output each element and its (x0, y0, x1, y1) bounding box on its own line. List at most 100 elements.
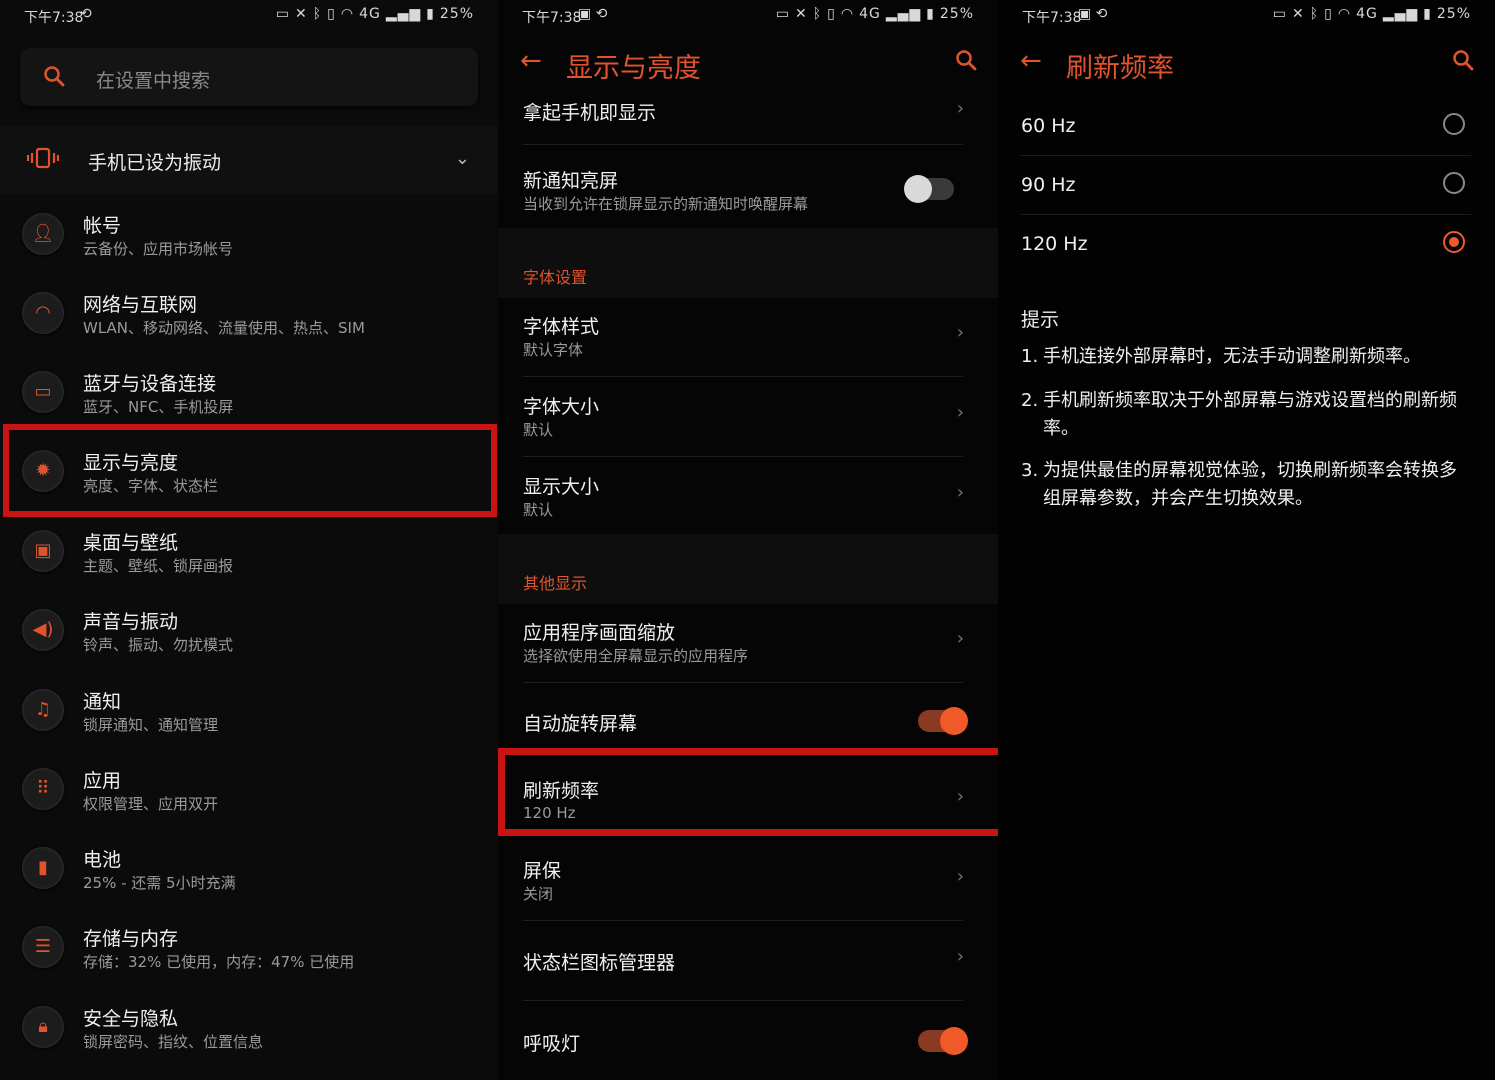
breathing-light-row[interactable]: 呼吸灯 (498, 1002, 998, 1080)
font-style-row[interactable]: 字体样式 默认字体 › (498, 298, 998, 376)
lift-to-wake-row[interactable]: 拿起手机即显示 › (498, 92, 998, 142)
tips-title: 提示 (1021, 309, 1060, 331)
divider (523, 1000, 963, 1001)
settings-item-wallpaper[interactable]: ▣ 桌面与壁纸 主题、壁纸、锁屏画报 (0, 512, 498, 591)
radio-button-selected[interactable] (1443, 231, 1465, 253)
wifi-icon: ◠ (840, 6, 855, 22)
statusbar-icon-manager-row[interactable]: 状态栏图标管理器 › (498, 922, 998, 1000)
radio-button[interactable] (1443, 113, 1465, 135)
screensaver-row[interactable]: 屏保 关闭 › (498, 842, 998, 920)
breathing-light-toggle[interactable] (918, 1027, 968, 1055)
battery-icon: ▮ (1423, 6, 1432, 22)
row-title: 字体样式 (523, 316, 600, 338)
item-title: 存储与内存 (83, 928, 179, 950)
row-title: 呼吸灯 (523, 1033, 581, 1055)
tip-number: 3. (1021, 460, 1039, 481)
battery-level: 25% (1436, 6, 1471, 22)
row-subtitle: 默认 (523, 421, 554, 439)
status-bar: 下午7:38 ▣ ⟲ ▭ ✕ ᛒ ▯ ◠ 4G ▂▄▆ ▮ 25% (498, 0, 998, 30)
lock-icon: 🔒︎ (22, 1006, 64, 1048)
divider (523, 682, 963, 683)
tip-item: 3. 为提供最佳的屏幕视觉体验，切换刷新频率会转换多组屏幕参数，并会产生切换效果… (1021, 457, 1473, 513)
settings-item-bluetooth[interactable]: ▭ 蓝牙与设备连接 蓝牙、NFC、手机投屏 (0, 353, 498, 432)
divider (1021, 155, 1471, 156)
divider (1021, 214, 1471, 215)
chevron-down-icon[interactable]: ⌄ (455, 148, 470, 169)
status-icons: ▭ ✕ ᛒ ▯ ◠ 4G ▂▄▆ ▮ 25% (771, 6, 974, 22)
item-subtitle: 25% - 还需 5小时充满 (83, 874, 236, 892)
item-title: 蓝牙与设备连接 (83, 373, 217, 395)
auto-rotate-row[interactable]: 自动旋转屏幕 (498, 684, 998, 754)
status-time: 下午7:38 (24, 10, 84, 26)
row-title: 屏保 (523, 860, 562, 882)
tip-text: 手机刷新频率取决于外部屏幕与游戏设置档的刷新频率。 (1043, 390, 1457, 439)
settings-item-notifications[interactable]: ♫ 通知 锁屏通知、通知管理 (0, 671, 498, 750)
x-icon: ✕ (795, 6, 808, 22)
row-subtitle: 当收到允许在锁屏显示的新通知时唤醒屏幕 (523, 195, 809, 213)
new-notification-wake-row[interactable]: 新通知亮屏 当收到允许在锁屏显示的新通知时唤醒屏幕 (498, 150, 998, 230)
sync-icon: ⟲ (80, 6, 92, 22)
back-arrow-icon[interactable]: ← (520, 46, 542, 76)
row-subtitle: 默认 (523, 501, 554, 519)
item-title: 电池 (83, 849, 122, 871)
settings-item-battery[interactable]: ▮ 电池 25% - 还需 5小时充满 (0, 829, 498, 908)
divider (523, 376, 963, 377)
display-brightness-panel: 下午7:38 ▣ ⟲ ▭ ✕ ᛒ ▯ ◠ 4G ▂▄▆ ▮ 25% ← 显示与亮度 拿起手机即显… (498, 0, 998, 1080)
font-size-row[interactable]: 字体大小 默认 › (498, 378, 998, 456)
refresh-rate-panel: 下午7:38 ▣ ⟲ ▭ ✕ ᛒ ▯ ◠ 4G ▂▄▆ ▮ 25% ← 刷新频率 60 Hz 9… (998, 0, 1495, 1080)
back-arrow-icon[interactable]: ← (1020, 46, 1042, 76)
radio-button[interactable] (1443, 172, 1465, 194)
item-subtitle: 主题、壁纸、锁屏画报 (83, 557, 234, 575)
divider (523, 144, 963, 145)
row-subtitle: 关闭 (523, 885, 554, 903)
bluetooth-icon: ᛒ (1309, 6, 1320, 22)
battery-icon: ▮ (926, 6, 935, 22)
search-icon (42, 64, 66, 92)
item-subtitle: 蓝牙、NFC、手机投屏 (83, 398, 234, 416)
refresh-option-90[interactable]: 90 Hz (998, 157, 1495, 215)
settings-main-panel: 下午7:38 ⟲ ▭ ✕ ᛒ ▯ ◠ 4G ▂▄▆ ▮ 25% 在设置中搜索 手机已设为振动 ⌄… (0, 0, 498, 1080)
bluetooth-icon: ᛒ (312, 6, 323, 22)
search-icon[interactable] (954, 48, 978, 76)
app-bar: ← 刷新频率 (998, 40, 1495, 90)
item-subtitle: 锁屏通知、通知管理 (83, 716, 219, 734)
item-title: 安全与隐私 (83, 1008, 179, 1030)
account-icon: 👤︎ (22, 213, 64, 255)
divider (523, 456, 963, 457)
search-icon[interactable] (1451, 48, 1475, 76)
item-subtitle: 存储：32% 已使用，内存：47% 已使用 (83, 953, 355, 971)
wifi-icon: ◠ (22, 292, 64, 334)
chevron-right-icon: › (956, 322, 964, 343)
refresh-option-60[interactable]: 60 Hz (998, 98, 1495, 156)
settings-item-account[interactable]: 👤︎ 帐号 云备份、应用市场帐号 (0, 195, 498, 274)
vibrate-icon: ▯ (327, 6, 336, 22)
option-label: 60 Hz (1021, 115, 1076, 137)
auto-rotate-toggle[interactable] (918, 707, 968, 735)
settings-item-sound[interactable]: ◀) 声音与振动 铃声、振动、勿扰模式 (0, 591, 498, 670)
refresh-option-120[interactable]: 120 Hz (998, 216, 1495, 274)
item-subtitle: 云备份、应用市场帐号 (83, 240, 234, 258)
item-title: 声音与振动 (83, 611, 179, 633)
section-header-other: 其他显示 (498, 534, 998, 604)
status-time: 下午7:38 (522, 10, 582, 26)
row-subtitle: 默认字体 (523, 341, 584, 359)
settings-item-network[interactable]: ◠ 网络与互联网 WLAN、移动网络、流量使用、热点、SIM (0, 274, 498, 353)
settings-search-bar[interactable]: 在设置中搜索 (20, 48, 478, 106)
vibrate-icon: ▯ (827, 6, 836, 22)
sound-icon: ◀) (22, 609, 64, 651)
display-size-row[interactable]: 显示大小 默认 › (498, 458, 998, 536)
app-scaling-row[interactable]: 应用程序画面缩放 选择欲使用全屏幕显示的应用程序 › (498, 604, 998, 682)
battery-level: 25% (439, 6, 474, 22)
screenshot-icon: ▣ ⟲ (1078, 6, 1108, 22)
status-bar: 下午7:38 ▣ ⟲ ▭ ✕ ᛒ ▯ ◠ 4G ▂▄▆ ▮ 25% (998, 0, 1495, 30)
settings-item-security[interactable]: 🔒︎ 安全与隐私 锁屏密码、指纹、位置信息 (0, 988, 498, 1067)
divider (523, 920, 963, 921)
settings-item-apps[interactable]: ⠿ 应用 权限管理、应用双开 (0, 750, 498, 829)
row-title: 字体大小 (523, 396, 600, 418)
new-notification-toggle[interactable] (904, 175, 954, 203)
signal-icon: ▂▄▆ (885, 6, 922, 22)
x-icon: ✕ (1292, 6, 1305, 22)
vibrate-mode-banner[interactable]: 手机已设为振动 ⌄ (0, 126, 498, 194)
chevron-right-icon: › (956, 482, 964, 503)
settings-item-storage[interactable]: ☰ 存储与内存 存储：32% 已使用，内存：47% 已使用 (0, 908, 498, 987)
